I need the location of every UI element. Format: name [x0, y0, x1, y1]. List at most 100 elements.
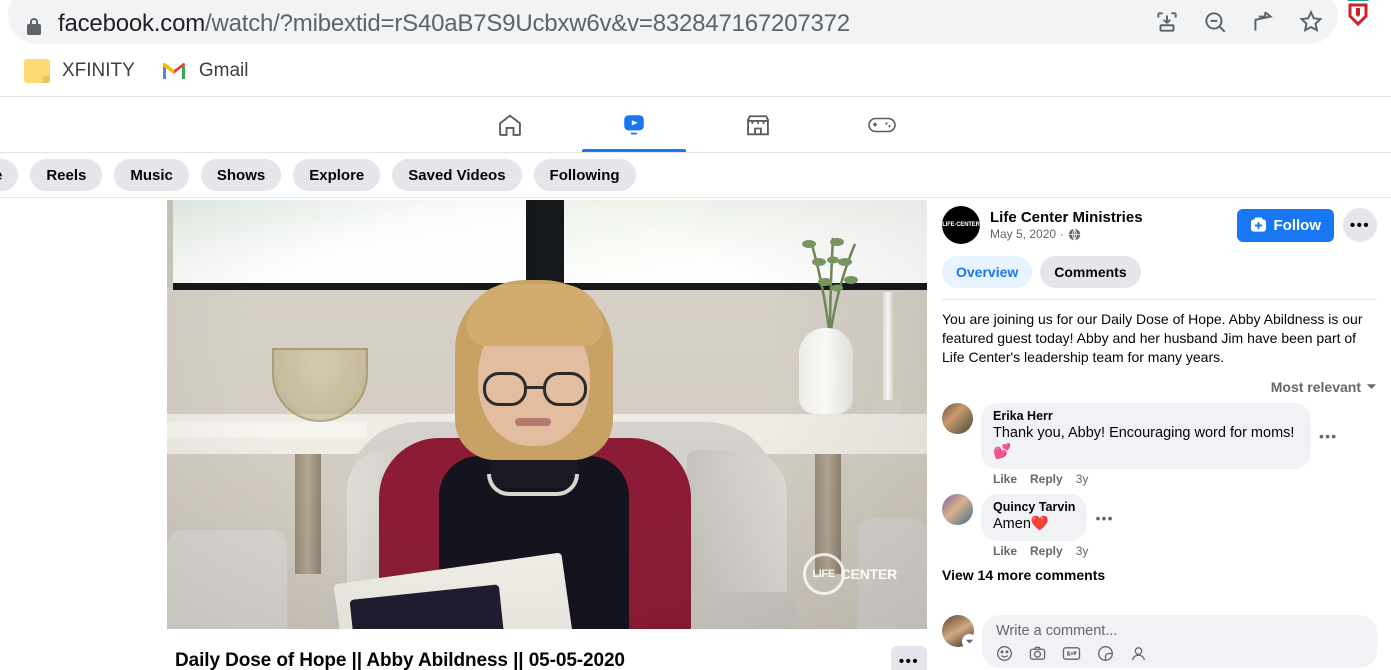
- page-more-button[interactable]: •••: [1343, 208, 1377, 242]
- watch-main: LIFE CENTER Daily Dose of Hope || Abby A…: [0, 198, 1391, 670]
- emoji-icon[interactable]: [996, 645, 1013, 662]
- video-more-button[interactable]: •••: [891, 646, 927, 670]
- video-description: You are joining us for our Daily Dose of…: [942, 311, 1363, 365]
- comment-timestamp: 3y: [1075, 544, 1089, 558]
- nav-tab-gaming[interactable]: [828, 98, 936, 152]
- facebook-main-nav: [0, 98, 1391, 153]
- storefront-icon: [746, 115, 769, 136]
- page-avatar[interactable]: LIFE·CENTER: [942, 206, 980, 244]
- nav-tab-home[interactable]: [456, 98, 564, 152]
- nav-tab-watch[interactable]: [580, 98, 688, 152]
- post-date-text: May 5, 2020: [990, 227, 1057, 241]
- extension-icon[interactable]: [1343, 0, 1373, 30]
- facebook-page: e Reels Music Shows Explore Saved Videos…: [0, 98, 1391, 670]
- sticker-icon[interactable]: [1097, 645, 1114, 662]
- gamepad-icon: [867, 117, 896, 133]
- page-avatar-text: LIFE·CENTER: [942, 222, 980, 228]
- page-meta: Life Center Ministries May 5, 2020 ·: [990, 209, 1237, 241]
- comment-actions: Like Reply 3y: [981, 541, 1377, 558]
- comment-reply-button[interactable]: Reply: [1030, 472, 1063, 486]
- detail-tabs: Overview Comments: [942, 256, 1377, 288]
- comment-actions: Like Reply 3y: [981, 469, 1377, 486]
- filter-pill-explore[interactable]: Explore: [293, 159, 381, 191]
- browser-chrome: facebook.com/watch/?mibextid=rS40aB7S9Uc…: [0, 0, 1391, 45]
- comment-author[interactable]: Quincy Tarvin: [993, 500, 1075, 515]
- chevron-down-icon: [1366, 384, 1377, 389]
- omnibox-actions: [1154, 9, 1324, 35]
- comment-input-placeholder: Write a comment...: [996, 623, 1118, 639]
- video-column: LIFE CENTER Daily Dose of Hope || Abby A…: [0, 198, 938, 670]
- view-more-comments-button[interactable]: View 14 more comments: [942, 567, 1377, 583]
- bookmark-label: Gmail: [198, 59, 249, 81]
- zoom-out-icon[interactable]: [1202, 9, 1228, 35]
- active-tab-indicator: [581, 149, 686, 152]
- gmail-icon: [162, 62, 185, 79]
- lock-icon: [26, 16, 42, 36]
- filter-pill-reels[interactable]: Reels: [30, 159, 103, 191]
- video-screen-icon: [623, 115, 644, 135]
- video-title: Daily Dose of Hope || Abby Abildness || …: [175, 650, 625, 670]
- comment-item: Erika Herr Thank you, Abby! Encouraging …: [942, 403, 1377, 486]
- globe-icon: [1068, 228, 1081, 240]
- url-path: /watch/?mibextid=rS40aB7S9Ucbxw6v&v=8328…: [205, 10, 850, 37]
- home-icon: [498, 114, 521, 136]
- filter-pill-following[interactable]: Following: [533, 159, 636, 191]
- composer-icon-row: [996, 645, 1365, 662]
- filter-pill-music[interactable]: Music: [114, 159, 189, 191]
- comments-sort-button[interactable]: Most relevant: [1271, 379, 1377, 395]
- avatar[interactable]: [942, 494, 973, 525]
- comment-like-button[interactable]: Like: [993, 544, 1017, 558]
- bookmark-star-icon[interactable]: [1298, 9, 1324, 35]
- nav-tab-marketplace[interactable]: [704, 98, 812, 152]
- lifecenter-watermark: LIFE CENTER: [802, 553, 898, 595]
- watermark-center-text: CENTER: [840, 566, 898, 582]
- url-host: facebook.com: [58, 10, 206, 37]
- filter-pill-shows[interactable]: Shows: [200, 159, 282, 191]
- bookmark-xfinity[interactable]: XFINITY: [14, 55, 145, 87]
- folder-icon: [24, 58, 50, 83]
- comment-composer: Write a comment...: [942, 615, 1377, 668]
- video-player[interactable]: LIFE CENTER: [167, 200, 927, 629]
- page-name[interactable]: Life Center Ministries: [990, 209, 1237, 226]
- comment-bubble: Quincy Tarvin Amen❤️: [981, 494, 1088, 541]
- bookmark-gmail[interactable]: Gmail: [151, 56, 259, 86]
- video-frame-artwork: LIFE CENTER: [167, 200, 927, 629]
- page-header: LIFE·CENTER Life Center Ministries May 5…: [942, 202, 1377, 244]
- filter-pill-saved-videos[interactable]: Saved Videos: [392, 159, 522, 191]
- video-title-row: Daily Dose of Hope || Abby Abildness || …: [175, 646, 927, 670]
- comments-sort-row: Most relevant: [942, 379, 1377, 395]
- comment-reply-button[interactable]: Reply: [1030, 544, 1063, 558]
- camera-icon[interactable]: [1029, 645, 1046, 662]
- install-icon[interactable]: [1154, 9, 1180, 35]
- follow-button-label: Follow: [1273, 216, 1322, 234]
- comment-bubble: Erika Herr Thank you, Abby! Encouraging …: [981, 403, 1311, 469]
- bookmark-label: XFINITY: [62, 59, 135, 81]
- comment-timestamp: 3y: [1075, 472, 1089, 486]
- video-details-panel: LIFE·CENTER Life Center Ministries May 5…: [938, 198, 1391, 668]
- avatar-icon[interactable]: [1130, 645, 1147, 662]
- share-icon[interactable]: [1250, 9, 1276, 35]
- follow-button[interactable]: Follow: [1236, 208, 1334, 242]
- comment-more-button[interactable]: •••: [1319, 428, 1337, 444]
- comment-author[interactable]: Erika Herr: [993, 409, 1299, 424]
- address-bar[interactable]: facebook.com/watch/?mibextid=rS40aB7S9Uc…: [8, 0, 1338, 44]
- comment-like-button[interactable]: Like: [993, 472, 1017, 486]
- comment-text: Thank you, Abby! Encouraging word for mo…: [993, 425, 1295, 460]
- tab-overview[interactable]: Overview: [942, 256, 1033, 288]
- panel-divider: [942, 299, 1377, 300]
- video-more-dots: •••: [898, 652, 920, 670]
- watermark-life-text: LIFE: [812, 568, 835, 580]
- chevron-down-icon[interactable]: [962, 634, 977, 649]
- url-text[interactable]: facebook.com/watch/?mibextid=rS40aB7S9Uc…: [58, 10, 1154, 38]
- add-plus-icon: [1250, 216, 1266, 232]
- filter-pill-cut[interactable]: e: [0, 159, 19, 191]
- tab-comments[interactable]: Comments: [1040, 256, 1141, 288]
- avatar[interactable]: [942, 403, 973, 434]
- comment-text: Amen❤️: [993, 516, 1049, 532]
- page-more-dots: •••: [1349, 216, 1371, 234]
- post-timestamp: May 5, 2020 ·: [990, 227, 1237, 241]
- avatar[interactable]: [942, 615, 977, 649]
- comment-input[interactable]: Write a comment...: [982, 615, 1377, 668]
- gif-icon[interactable]: [1062, 645, 1081, 662]
- comment-more-button[interactable]: •••: [1095, 510, 1113, 526]
